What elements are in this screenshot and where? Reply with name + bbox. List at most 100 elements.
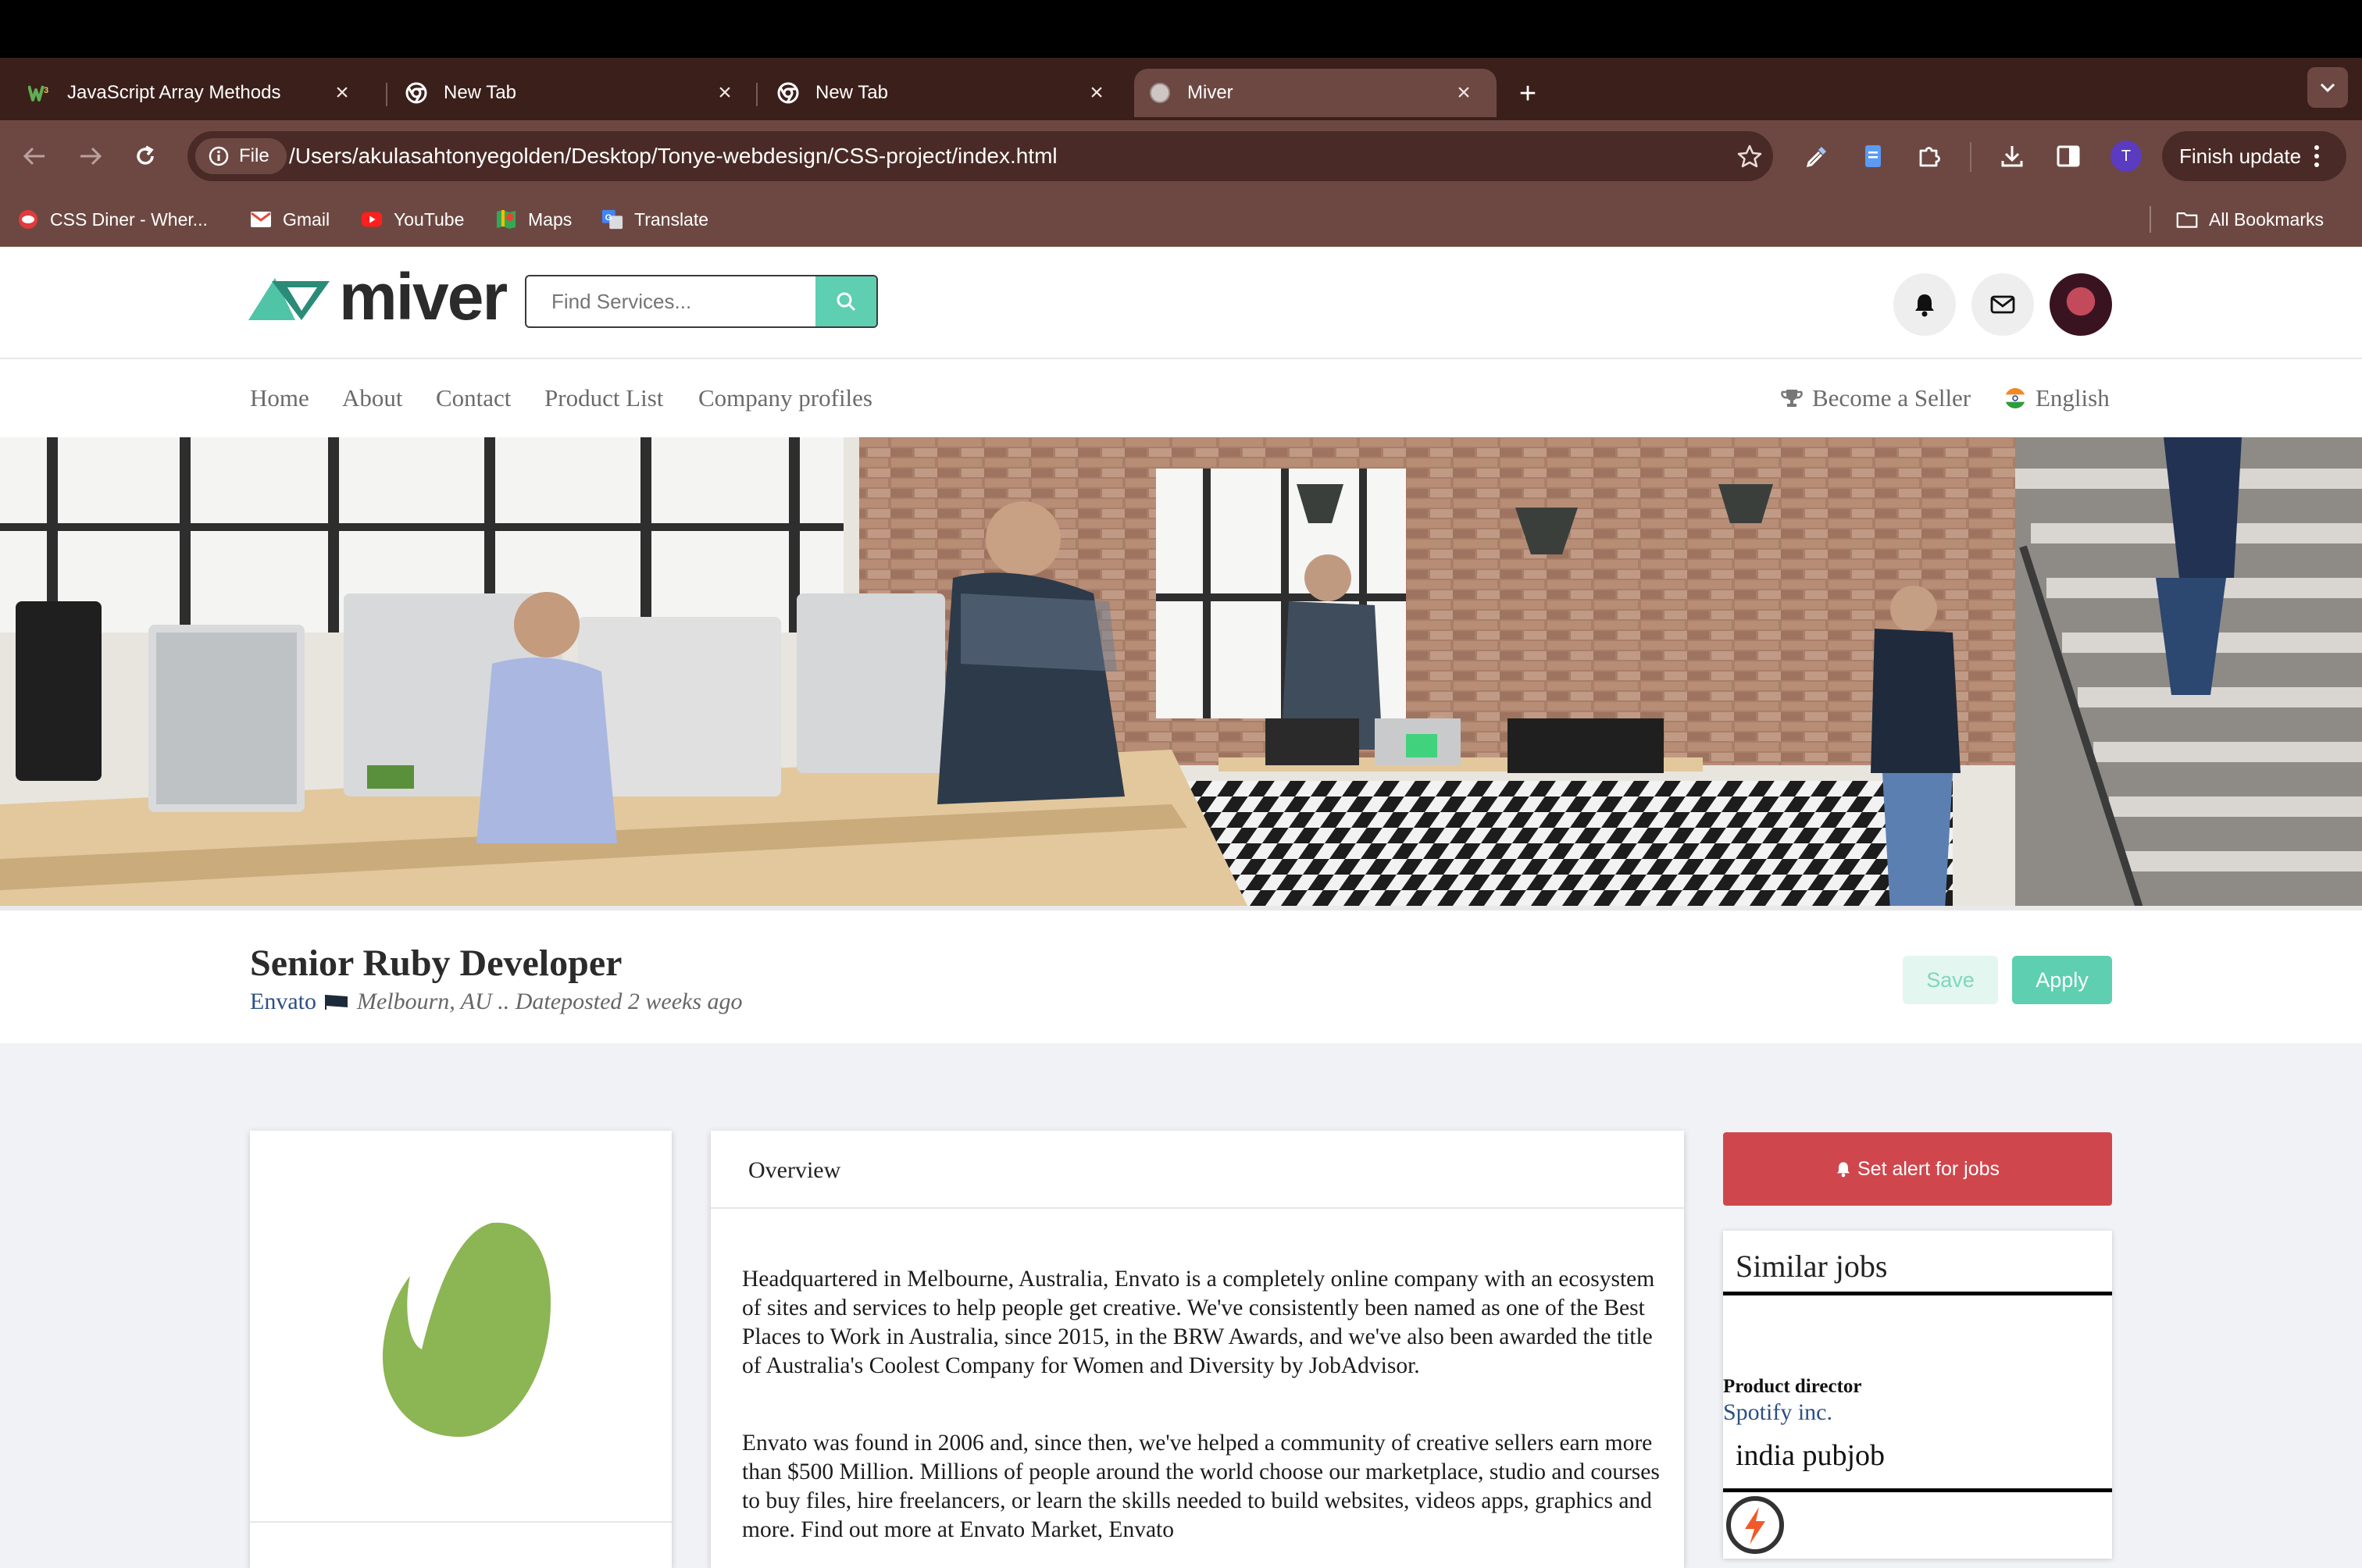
envato-leaf-logo (359, 1217, 562, 1443)
card-divider (250, 1521, 672, 1523)
overview-card: Overview Headquartered in Melbourne, Aus… (711, 1131, 1684, 1568)
search-button[interactable] (815, 276, 876, 326)
apply-button[interactable]: Apply (2012, 956, 2112, 1004)
new-tab-button[interactable]: + (1509, 75, 1547, 112)
miver-logo-mark (248, 275, 333, 323)
bookmark-label: CSS Diner - Wher... (50, 208, 208, 230)
svg-text:3: 3 (44, 86, 48, 95)
bookmark-translate[interactable]: G Translate (601, 192, 708, 247)
bell-icon (1915, 294, 1934, 317)
messages-button[interactable] (1971, 273, 2034, 336)
nav-home[interactable]: Home (250, 359, 309, 437)
close-icon[interactable]: × (1081, 77, 1112, 109)
address-bar[interactable]: File /Users/akulasahtonyegolden/Desktop/… (187, 131, 1773, 181)
site-info-chip[interactable]: File (195, 138, 287, 174)
language-selector[interactable]: English (2004, 359, 2110, 437)
eyedropper-icon (1806, 147, 1826, 168)
bookmark-star-button[interactable] (1734, 141, 1765, 172)
overview-heading: Overview (748, 1157, 841, 1183)
search-box (525, 275, 878, 328)
nav-product-list[interactable]: Product List (544, 359, 663, 437)
bookmark-css-diner[interactable]: CSS Diner - Wher... (17, 192, 208, 247)
similar-job-title[interactable]: india pubjob (1736, 1438, 1885, 1473)
company-logo-card (250, 1131, 672, 1568)
tab-new-tab[interactable]: New Tab × (758, 69, 1129, 117)
overview-paragraph: Headquartered in Melbourne, Australia, E… (742, 1267, 1655, 1378)
divider (1723, 1292, 2112, 1295)
logo-text[interactable]: miver (339, 264, 508, 330)
close-icon[interactable]: × (326, 77, 358, 109)
url-text: /Users/akulasahtonyegolden/Desktop/Tonye… (289, 144, 1058, 168)
bookmark-label: Gmail (283, 208, 330, 230)
browser-toolbar: File /Users/akulasahtonyegolden/Desktop/… (0, 120, 2362, 192)
flag-icon (324, 995, 348, 1010)
tab-search-button[interactable] (2307, 67, 2348, 108)
hero-office-photo (0, 437, 2362, 911)
trophy-icon (1781, 390, 1803, 407)
search-input[interactable] (526, 276, 820, 326)
info-icon (209, 146, 229, 166)
close-icon[interactable]: × (709, 77, 740, 109)
extensions-button[interactable] (1912, 139, 1946, 173)
nav-contact[interactable]: Contact (436, 359, 511, 437)
bookmark-gmail[interactable]: Gmail (250, 192, 330, 247)
become-seller-label: Become a Seller (1812, 384, 1971, 412)
job-location-posted: Melbourn, AU .. Dateposted 2 weeks ago (356, 989, 743, 1014)
bookmark-label: All Bookmarks (2209, 208, 2324, 230)
maps-icon (495, 208, 517, 230)
css-diner-icon (17, 208, 39, 230)
side-panel-button[interactable] (2051, 139, 2085, 173)
bookmark-label: Translate (634, 208, 709, 230)
translate-icon: G (601, 208, 623, 230)
tab-javascript-array-methods[interactable]: 3 JavaScript Array Methods × (0, 69, 375, 117)
site-info-label: File (239, 145, 269, 166)
tab-title: New Tab (444, 82, 516, 103)
become-seller-link[interactable]: Become a Seller (1781, 359, 1971, 437)
docs-extension[interactable] (1856, 139, 1890, 173)
close-icon[interactable]: × (1448, 77, 1479, 109)
bookmark-label: YouTube (394, 208, 465, 230)
finish-update-label: Finish update (2179, 144, 2302, 168)
puzzle-icon (1919, 147, 1940, 167)
forward-button[interactable] (73, 139, 108, 173)
main-nav: Home About Contact Product List Company … (0, 359, 2362, 437)
folder-icon (2176, 208, 2198, 230)
tab-new-tab[interactable]: New Tab × (386, 69, 758, 117)
tab-title: New Tab (815, 82, 888, 103)
reload-button[interactable] (128, 139, 162, 173)
chrome-icon (405, 81, 428, 105)
chrome-icon (776, 81, 800, 105)
save-button[interactable]: Save (1903, 956, 1998, 1004)
nav-about[interactable]: About (342, 359, 403, 437)
envelope-icon (1990, 295, 2015, 314)
site-header: miver (0, 247, 2362, 359)
similar-job-company[interactable]: Spotify inc. (1723, 1399, 1832, 1426)
download-icon (2001, 146, 2023, 167)
eyedropper-extension[interactable] (1800, 139, 1834, 173)
tab-miver[interactable]: Miver × (1134, 69, 1497, 117)
india-flag-icon (2005, 388, 2025, 408)
downloads-button[interactable] (1995, 139, 2029, 173)
back-button[interactable] (17, 139, 52, 173)
similar-jobs-title: Similar jobs (1736, 1249, 1888, 1284)
star-icon (1737, 144, 1762, 168)
job-meta: Envato Melbourn, AU .. Dateposted 2 week… (250, 989, 743, 1015)
set-alert-button[interactable]: Set alert for jobs (1723, 1132, 2112, 1206)
card-divider (711, 1207, 1684, 1209)
notifications-button[interactable] (1893, 273, 1956, 336)
bookmark-maps[interactable]: Maps (495, 192, 572, 247)
bookmark-youtube[interactable]: YouTube (361, 192, 464, 247)
nav-company-profiles[interactable]: Company profiles (698, 359, 872, 437)
similar-job-title[interactable]: Product director (1723, 1376, 1862, 1398)
overview-paragraph: Envato was found in 2006 and, since then… (742, 1431, 1660, 1542)
arrow-left-icon (23, 147, 45, 166)
all-bookmarks-button[interactable]: All Bookmarks (2176, 192, 2324, 247)
job-header: Senior Ruby Developer Envato Melbourn, A… (0, 911, 2362, 1043)
os-menu-bar (0, 0, 2362, 58)
bookmarks-bar: CSS Diner - Wher... Gmail YouTube Maps G… (0, 192, 2362, 248)
company-link[interactable]: Envato (250, 989, 316, 1015)
finish-update-button[interactable]: Finish update (2162, 131, 2346, 181)
profile-avatar[interactable]: T (2110, 141, 2142, 172)
similar-jobs-card: Similar jobs Product director Spotify in… (1723, 1231, 2112, 1559)
user-avatar[interactable] (2050, 273, 2112, 336)
